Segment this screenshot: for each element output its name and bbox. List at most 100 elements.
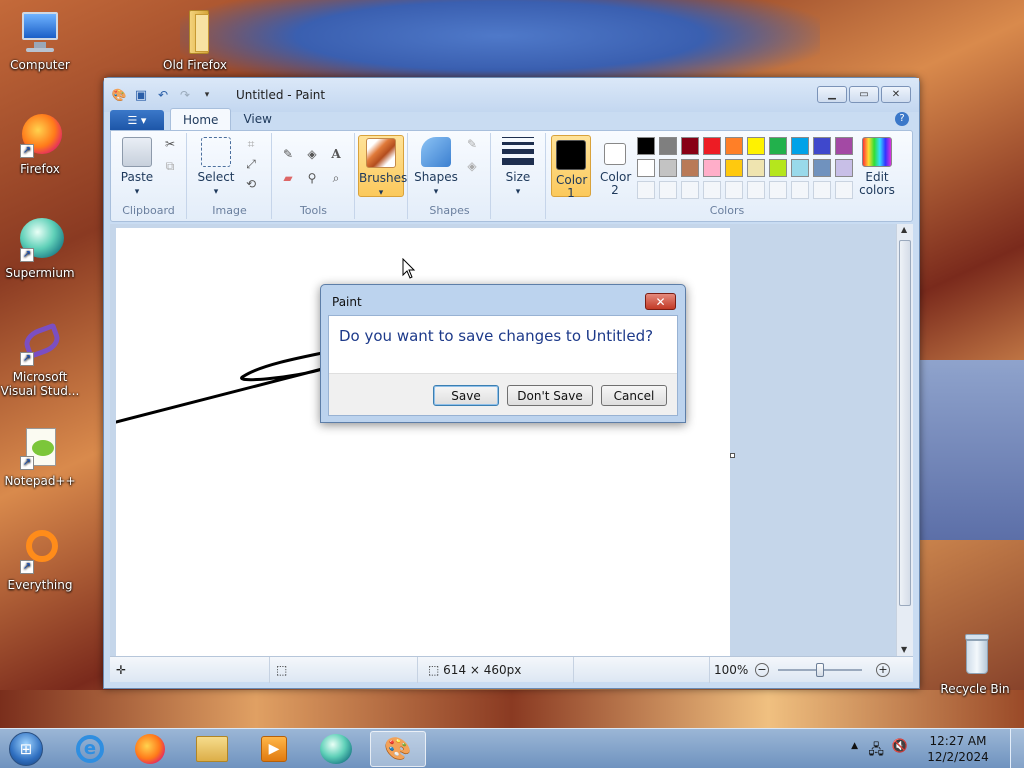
shapes-button[interactable]: Shapes ▾ — [413, 135, 459, 199]
save-icon[interactable]: ▣ — [132, 86, 150, 104]
brushes-button[interactable]: Brushes ▾ — [358, 135, 407, 198]
desktop-icon-everything[interactable]: ↗ Everything — [0, 528, 80, 592]
zoom-slider-thumb[interactable] — [816, 663, 824, 677]
clock[interactable]: 12:27 AM 12/2/2024 — [918, 733, 998, 765]
taskbar-internet-explorer[interactable]: e — [62, 731, 118, 767]
magnifier-icon[interactable]: ⌕ — [327, 169, 345, 187]
canvas-resize-handle[interactable] — [730, 453, 735, 458]
save-button[interactable]: Save — [433, 385, 499, 406]
palette-swatch[interactable] — [637, 137, 655, 155]
palette-swatch[interactable] — [835, 137, 853, 155]
paint-app-icon[interactable]: 🎨 — [110, 86, 128, 104]
rotate-icon[interactable]: ⟲ — [242, 175, 260, 193]
custom-color-slot[interactable] — [747, 181, 765, 199]
palette-swatch[interactable] — [725, 159, 743, 177]
select-button[interactable]: Select ▾ — [192, 135, 240, 199]
palette-swatch[interactable] — [791, 137, 809, 155]
custom-color-slot[interactable] — [659, 181, 677, 199]
palette-swatch[interactable] — [725, 137, 743, 155]
start-button[interactable]: ⊞ — [4, 730, 48, 768]
taskbar-media-player[interactable]: ▶ — [246, 731, 302, 767]
palette-swatch[interactable] — [637, 159, 655, 177]
custom-color-slot[interactable] — [681, 181, 699, 199]
desktop-icon-notepadpp[interactable]: ↗ Notepad++ — [0, 424, 80, 488]
redo-icon[interactable]: ↷ — [176, 86, 194, 104]
palette-swatch[interactable] — [791, 159, 809, 177]
palette-swatch[interactable] — [769, 159, 787, 177]
custom-color-slot[interactable] — [725, 181, 743, 199]
firefox-icon: ↗ — [16, 112, 64, 160]
dialog-close-button[interactable]: ✕ — [645, 293, 676, 310]
palette-swatch[interactable] — [769, 137, 787, 155]
custom-color-slot[interactable] — [835, 181, 853, 199]
custom-color-slot[interactable] — [703, 181, 721, 199]
palette-swatch[interactable] — [659, 159, 677, 177]
color-picker-icon[interactable]: ⚲ — [303, 169, 321, 187]
internet-explorer-icon: e — [76, 735, 104, 763]
minimize-button[interactable]: ▁ — [817, 86, 847, 103]
desktop-icon-recycle-bin[interactable]: Recycle Bin — [935, 632, 1015, 696]
pencil-icon[interactable]: ✎ — [279, 145, 297, 163]
everything-icon: ↗ — [16, 528, 64, 576]
taskbar-supermium[interactable] — [308, 731, 364, 767]
tab-home[interactable]: Home — [170, 108, 232, 130]
vertical-scrollbar[interactable]: ▲ ▼ — [896, 224, 913, 656]
scroll-down-icon[interactable]: ▼ — [901, 645, 907, 654]
copy-icon[interactable]: ⧉ — [161, 157, 179, 175]
palette-swatch[interactable] — [835, 159, 853, 177]
tab-view[interactable]: View — [231, 108, 283, 130]
outline-icon[interactable]: ✎ — [463, 135, 481, 153]
maximize-button[interactable]: ▭ — [849, 86, 879, 103]
palette-swatch[interactable] — [681, 137, 699, 155]
scrollbar-thumb[interactable] — [899, 240, 911, 606]
taskbar-explorer[interactable] — [184, 731, 240, 767]
desktop-icon-supermium[interactable]: ↗ Supermium — [0, 216, 80, 280]
network-icon[interactable]: 🖧 — [868, 739, 884, 763]
palette-swatch[interactable] — [681, 159, 699, 177]
custom-color-slot[interactable] — [813, 181, 831, 199]
cancel-button[interactable]: Cancel — [601, 385, 667, 406]
desktop-icon-label: Notepad++ — [4, 474, 76, 488]
color2-button[interactable]: Color 2 — [595, 135, 635, 197]
palette-swatch[interactable] — [703, 137, 721, 155]
palette-swatch[interactable] — [747, 137, 765, 155]
text-icon[interactable]: A — [327, 145, 345, 163]
cut-icon[interactable]: ✂ — [161, 135, 179, 153]
palette-swatch[interactable] — [813, 159, 831, 177]
title-bar[interactable]: 🎨 ▣ ↶ ↷ ▾ Untitled - Paint ▁ ▭ ✕ — [104, 78, 919, 112]
fill-icon[interactable]: ◈ — [303, 145, 321, 163]
taskbar-paint[interactable]: 🎨 — [370, 731, 426, 767]
desktop-icon-firefox[interactable]: ↗ Firefox — [0, 112, 80, 176]
show-desktop-button[interactable] — [1010, 729, 1024, 768]
paint-menu-button[interactable]: ☰ ▾ — [110, 110, 164, 130]
crop-icon[interactable]: ⌗ — [242, 135, 260, 153]
scroll-up-icon[interactable]: ▲ — [901, 225, 907, 234]
customize-qat-icon[interactable]: ▾ — [198, 86, 216, 104]
zoom-in-icon[interactable]: + — [876, 663, 890, 677]
shape-fill-icon[interactable]: ◈ — [463, 157, 481, 175]
desktop-icon-old-firefox[interactable]: Old Firefox — [155, 8, 235, 72]
custom-color-slot[interactable] — [637, 181, 655, 199]
undo-icon[interactable]: ↶ — [154, 86, 172, 104]
close-window-button[interactable]: ✕ — [881, 86, 911, 103]
palette-swatch[interactable] — [659, 137, 677, 155]
custom-color-slot[interactable] — [791, 181, 809, 199]
taskbar-firefox[interactable] — [122, 731, 178, 767]
palette-swatch[interactable] — [747, 159, 765, 177]
desktop-icon-computer[interactable]: Computer — [0, 8, 80, 72]
help-icon[interactable]: ? — [895, 112, 909, 126]
eraser-icon[interactable]: ▰ — [279, 169, 297, 187]
dont-save-button[interactable]: Don't Save — [507, 385, 593, 406]
custom-color-slot[interactable] — [769, 181, 787, 199]
palette-swatch[interactable] — [703, 159, 721, 177]
size-button[interactable]: Size ▾ — [498, 135, 538, 199]
desktop-icon-visual-studio[interactable]: ↗ Microsoft Visual Stud... — [0, 320, 80, 398]
palette-swatch[interactable] — [813, 137, 831, 155]
color1-button[interactable]: Color 1 — [551, 135, 591, 200]
paste-button[interactable]: Paste ▾ — [117, 135, 157, 199]
show-hidden-icons[interactable]: ▲ — [851, 741, 858, 751]
volume-muted-icon[interactable]: 🔇 — [892, 739, 908, 754]
resize-icon[interactable]: ⤢ — [242, 155, 260, 173]
edit-colors-button[interactable]: Edit colors — [855, 135, 899, 197]
zoom-out-icon[interactable]: − — [755, 663, 769, 677]
